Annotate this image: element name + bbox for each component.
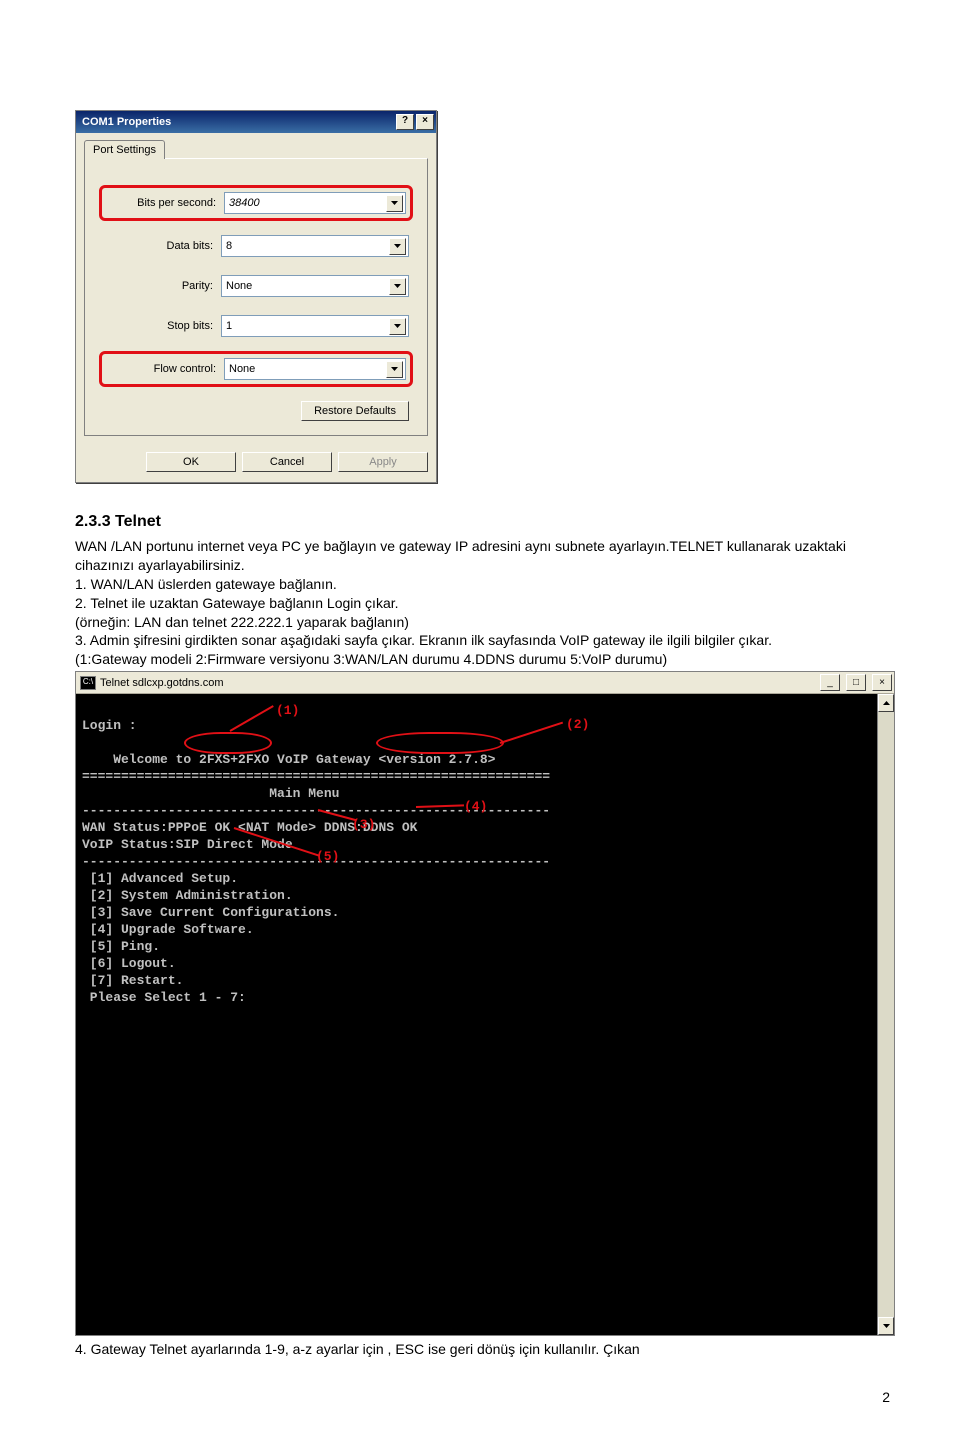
list-item: 1. WAN/LAN üslerden gatewaye bağlanın.	[75, 575, 895, 594]
scroll-up-button[interactable]	[878, 694, 894, 712]
value-stop-bits: 1	[226, 320, 232, 332]
annotation-oval	[376, 732, 504, 754]
help-button[interactable]: ?	[396, 114, 414, 130]
highlight-flow-control: Flow control: None	[99, 351, 413, 387]
annotation-oval	[184, 732, 272, 754]
page-number: 2	[75, 1389, 895, 1405]
annotation-label: (4)	[464, 798, 487, 815]
restore-defaults-button[interactable]: Restore Defaults	[301, 401, 409, 421]
annotation-line	[500, 722, 563, 744]
annotation-label: (1)	[276, 702, 299, 719]
select-flow-control[interactable]: None	[224, 358, 406, 380]
list-item: 3. Admin şifresini girdikten sonar aşağı…	[75, 631, 895, 650]
select-stop-bits[interactable]: 1	[221, 315, 409, 337]
list-item: 2. Telnet ile uzaktan Gatewaye bağlanın …	[75, 594, 895, 613]
scroll-down-button[interactable]	[878, 1317, 894, 1335]
list-item-note: (örneğin: LAN dan telnet 222.222.1 yapar…	[75, 613, 895, 632]
chevron-down-icon	[386, 361, 403, 378]
telnet-window: C:\ Telnet sdlcxp.gotdns.com _ □ × Login…	[75, 671, 895, 1336]
vertical-scrollbar[interactable]	[877, 694, 894, 1335]
label-data-bits: Data bits:	[103, 240, 221, 252]
firmware-version: <version 2.7.8>	[378, 752, 495, 767]
close-button[interactable]: ×	[872, 674, 892, 691]
value-bits-per-second: 38400	[229, 197, 260, 209]
menu-item: [1] Advanced Setup.	[82, 871, 238, 886]
terminal-line: Login :	[82, 718, 137, 733]
chevron-down-icon	[389, 278, 406, 295]
label-parity: Parity:	[103, 280, 221, 292]
terminal-line: ========================================…	[82, 769, 550, 784]
value-flow-control: None	[229, 363, 255, 375]
label-stop-bits: Stop bits:	[103, 320, 221, 332]
label-bits-per-second: Bits per second:	[106, 197, 224, 209]
menu-item: [3] Save Current Configurations.	[82, 905, 339, 920]
dialog-body: Port Settings Bits per second: 38400 Dat…	[76, 133, 436, 444]
minimize-button[interactable]: _	[820, 674, 840, 691]
gateway-model: 2FXS+2FXO	[199, 752, 269, 767]
menu-item: [7] Restart.	[82, 973, 183, 988]
menu-item: [4] Upgrade Software.	[82, 922, 254, 937]
list-item-note: (1:Gateway modeli 2:Firmware versiyonu 3…	[75, 650, 895, 669]
value-data-bits: 8	[226, 240, 232, 252]
menu-item: [6] Logout.	[82, 956, 176, 971]
apply-button[interactable]: Apply	[338, 452, 428, 472]
voip-status: VoIP Status:SIP Direct Mode	[82, 837, 293, 852]
telnet-titlebar: C:\ Telnet sdlcxp.gotdns.com _ □ ×	[76, 672, 894, 694]
annotation-label: (5)	[316, 848, 339, 865]
tab-port-settings[interactable]: Port Settings	[84, 140, 165, 159]
cancel-button[interactable]: Cancel	[242, 452, 332, 472]
annotation-line	[230, 705, 274, 732]
chevron-down-icon	[386, 195, 403, 212]
scrollbar-track[interactable]	[878, 712, 894, 1317]
select-parity[interactable]: None	[221, 275, 409, 297]
menu-item: [5] Ping.	[82, 939, 160, 954]
cmd-icon: C:\	[80, 676, 96, 690]
paragraph: WAN /LAN portunu internet veya PC ye bağ…	[75, 537, 895, 575]
close-button[interactable]: ×	[416, 114, 434, 130]
chevron-down-icon	[389, 238, 406, 255]
terminal-line: Welcome to	[82, 752, 199, 767]
chevron-down-icon	[389, 318, 406, 335]
dialog-title: COM1 Properties	[82, 116, 394, 128]
select-data-bits[interactable]: 8	[221, 235, 409, 257]
label-flow-control: Flow control:	[106, 363, 224, 375]
ok-button[interactable]: OK	[146, 452, 236, 472]
terminal-line: VoIP Gateway	[269, 752, 378, 767]
terminal-prompt: Please Select 1 - 7:	[82, 990, 246, 1005]
list-item: 4. Gateway Telnet ayarlarında 1-9, a-z a…	[75, 1340, 895, 1359]
section-heading: 2.3.3 Telnet	[75, 513, 895, 531]
value-parity: None	[226, 280, 252, 292]
maximize-button[interactable]: □	[846, 674, 866, 691]
terminal-line: Main Menu	[82, 786, 339, 801]
telnet-title: Telnet sdlcxp.gotdns.com	[100, 677, 814, 689]
port-settings-panel: Bits per second: 38400 Data bits: 8	[84, 158, 428, 436]
highlight-bits-per-second: Bits per second: 38400	[99, 185, 413, 221]
menu-item: [2] System Administration.	[82, 888, 293, 903]
annotation-label: (2)	[566, 716, 589, 733]
com1-properties-dialog: COM1 Properties ? × Port Settings Bits p…	[75, 110, 437, 483]
terminal-output: Login : Welcome to 2FXS+2FXO VoIP Gatewa…	[76, 694, 877, 1335]
select-bits-per-second[interactable]: 38400	[224, 192, 406, 214]
dialog-titlebar: COM1 Properties ? ×	[76, 111, 436, 133]
